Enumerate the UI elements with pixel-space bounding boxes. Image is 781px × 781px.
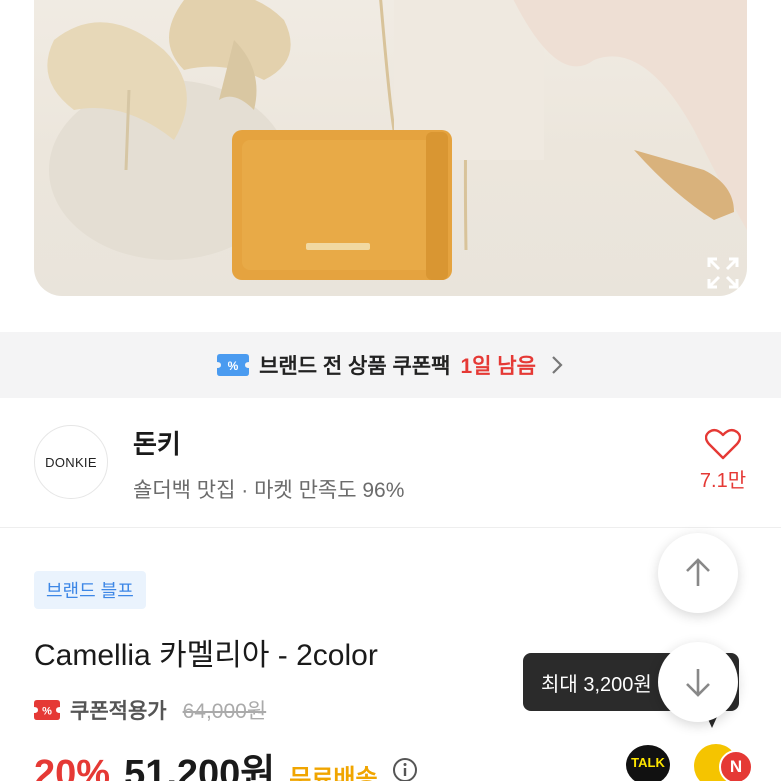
store-description: 숄더백 맛집 · 마켓 만족도 96% xyxy=(133,479,405,502)
free-shipping-label: 무료배송 xyxy=(289,765,378,781)
coupon-price-label: 쿠폰적용가 xyxy=(70,700,167,723)
heart-icon xyxy=(705,428,741,460)
svg-text:%: % xyxy=(42,706,52,718)
original-price: 64,000원 xyxy=(182,700,267,723)
talk-chat-button[interactable]: TALK xyxy=(626,745,670,781)
store-like-button[interactable]: 7.1만 xyxy=(694,428,752,498)
expand-icon[interactable] xyxy=(705,255,741,291)
banner-text: 브랜드 전 상품 쿠폰팩 xyxy=(259,355,451,378)
store-logo[interactable]: DONKIE xyxy=(34,425,108,499)
coupon-pack-banner[interactable]: % 브랜드 전 상품 쿠폰팩 1일 남음 xyxy=(0,332,781,398)
arrow-down-icon xyxy=(686,669,710,697)
svg-text:%: % xyxy=(228,359,239,373)
coupon-price-row: % 쿠폰적용가 64,000원 xyxy=(34,695,266,725)
scroll-down-button[interactable] xyxy=(658,642,738,722)
brand-sale-tag: 브랜드 블프 xyxy=(34,571,146,609)
info-icon[interactable] xyxy=(392,757,418,781)
coupon-price-icon: % xyxy=(34,700,60,720)
store-row: DONKIE 돈키 숄더백 맛집 · 마켓 만족도 96% 7.1만 xyxy=(0,398,781,528)
sale-price: 51,200원 xyxy=(124,753,276,781)
store-name[interactable]: 돈키 xyxy=(133,424,181,461)
like-count: 7.1만 xyxy=(699,470,747,492)
arrow-up-icon xyxy=(686,558,710,586)
scroll-up-button[interactable] xyxy=(658,533,738,613)
product-name: Camellia 카멜리아 - 2color xyxy=(34,639,378,672)
coupon-icon: % xyxy=(217,354,250,376)
price-row: 20% 51,200원 무료배송 xyxy=(34,742,418,781)
new-badge: N xyxy=(719,750,753,781)
banner-countdown: 1일 남음 xyxy=(460,355,536,378)
chevron-right-icon xyxy=(552,356,563,374)
product-image-area xyxy=(0,0,781,330)
discount-rate: 20% xyxy=(34,753,111,781)
product-photo[interactable] xyxy=(34,0,747,296)
